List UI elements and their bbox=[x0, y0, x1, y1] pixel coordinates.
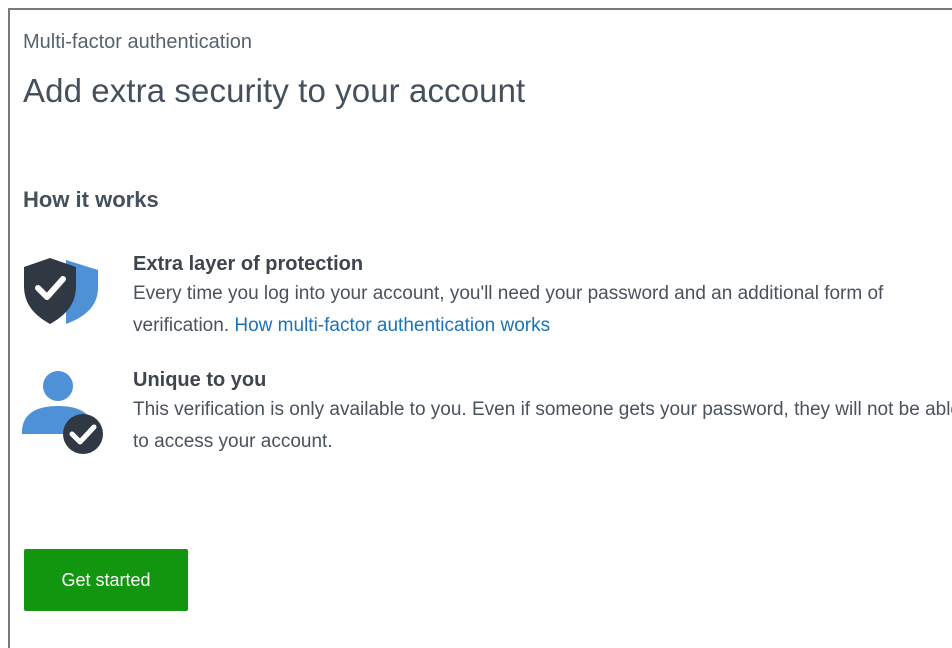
user-check-icon bbox=[20, 370, 104, 454]
feature-extra-protection: Extra layer of protection Every time you… bbox=[133, 250, 952, 342]
get-started-button[interactable]: Get started bbox=[24, 549, 188, 611]
mfa-panel: Multi-factor authentication Add extra se… bbox=[8, 8, 952, 648]
mfa-info-link[interactable]: How multi-factor authentication works bbox=[234, 315, 550, 336]
feature-title: Extra layer of protection bbox=[133, 253, 364, 275]
how-it-works-heading: How it works bbox=[23, 187, 159, 212]
shield-check-icon bbox=[22, 250, 106, 334]
feature-description: This verification is only available to y… bbox=[133, 399, 952, 452]
page-title: Add extra security to your account bbox=[23, 72, 526, 109]
feature-title: Unique to you bbox=[133, 369, 267, 391]
feature-description: Every time you log into your account, yo… bbox=[133, 278, 952, 342]
page-eyebrow: Multi-factor authentication bbox=[23, 31, 253, 53]
feature-unique-to-you: Unique to you This verification is only … bbox=[133, 366, 952, 458]
